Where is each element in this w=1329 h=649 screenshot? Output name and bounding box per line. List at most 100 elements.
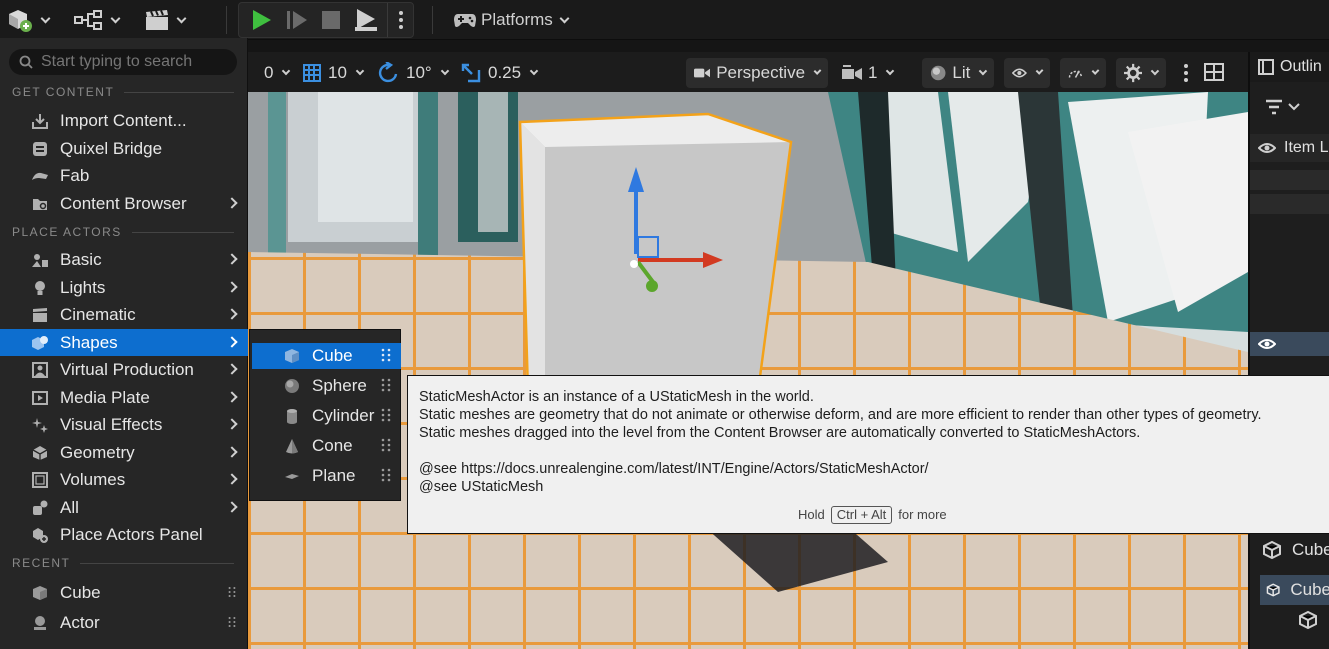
outliner-row-cube-selected[interactable]: Cube	[1260, 575, 1329, 605]
menu-item-fab[interactable]: Fab	[0, 162, 248, 189]
menu-item-recent-cube[interactable]: Cube	[0, 579, 248, 606]
view-mode-dropdown[interactable]: Perspective	[686, 58, 828, 88]
platforms-button[interactable]: Platforms	[453, 5, 570, 35]
scale-snap-dropdown[interactable]: 0.25	[460, 60, 539, 86]
cinematics-button[interactable]	[144, 5, 187, 35]
menu-item-basic[interactable]: Basic	[0, 246, 248, 273]
outliner-row-child[interactable]	[1298, 610, 1318, 635]
rotation-snap-dropdown[interactable]: 10°	[378, 60, 449, 86]
menu-item-place-actors-panel[interactable]: Place Actors Panel	[0, 521, 248, 548]
menu-item-lights[interactable]: Lights	[0, 274, 248, 301]
hint-key: Ctrl + Alt	[830, 506, 893, 524]
chevron-right-icon	[226, 197, 238, 209]
menu-item-label: All	[60, 497, 79, 517]
static-mesh-icon	[1299, 610, 1317, 630]
bridge-icon	[31, 141, 49, 157]
eject-button[interactable]	[353, 7, 379, 38]
static-mesh-icon	[1266, 583, 1280, 597]
drag-handle-icon[interactable]	[381, 347, 391, 363]
menu-item-cinematic[interactable]: Cinematic	[0, 301, 248, 328]
hint-more: for more	[898, 507, 947, 522]
submenu-item-sphere[interactable]: Sphere	[252, 373, 401, 399]
drag-handle-icon[interactable]	[381, 407, 391, 423]
hint-hold: Hold	[798, 507, 825, 522]
outliner-row[interactable]	[1250, 170, 1329, 190]
filter-button[interactable]	[1264, 98, 1304, 121]
tooltip-line: @see UStaticMesh	[419, 479, 544, 495]
grid-snap-value: 0	[264, 63, 274, 82]
menu-item-label: Quixel Bridge	[60, 138, 163, 158]
play-options-button[interactable]	[387, 3, 413, 37]
menu-item-import-content[interactable]: Import Content...	[0, 107, 248, 134]
virtual-production-icon	[31, 361, 49, 378]
camera-speed-dropdown[interactable]: 1	[842, 60, 895, 86]
layout-grid-icon	[1204, 63, 1224, 81]
gamepad-icon	[454, 14, 476, 27]
menu-item-visual-effects[interactable]: Visual Effects	[0, 411, 248, 438]
menu-item-recent-actor[interactable]: Actor	[0, 609, 248, 636]
chevron-right-icon	[226, 308, 238, 320]
grid-snap-dropdown[interactable]: 0	[264, 60, 291, 86]
chevron-right-icon	[226, 391, 238, 403]
outliner-row[interactable]	[1250, 194, 1329, 214]
chevron-right-icon	[226, 336, 238, 348]
menu-item-volumes[interactable]: Volumes	[0, 466, 248, 493]
shapes-icon	[31, 335, 49, 351]
menu-item-virtual-production[interactable]: Virtual Production	[0, 356, 248, 383]
menu-item-quixel-bridge[interactable]: Quixel Bridge	[0, 135, 248, 162]
menu-item-label: Basic	[60, 249, 102, 269]
outliner-panel: Outlin Item L Cube Cube	[1248, 52, 1329, 649]
menu-item-label: Lights	[60, 277, 106, 297]
section-label: RECENT	[12, 556, 71, 570]
play-button[interactable]	[249, 8, 273, 37]
menu-item-geometry[interactable]: Geometry	[0, 439, 248, 466]
place-actors-icon	[31, 527, 49, 543]
search-input[interactable]	[41, 53, 226, 71]
add-actor-button[interactable]	[6, 5, 51, 35]
chevron-right-icon	[226, 418, 238, 430]
performance-dropdown[interactable]	[1060, 58, 1106, 88]
viewport-settings-dropdown[interactable]	[1116, 58, 1166, 88]
menu-item-label: Cinematic	[60, 304, 136, 324]
outliner-row-cube[interactable]: Cube	[1262, 540, 1329, 560]
submenu-item-cylinder[interactable]: Cylinder	[252, 403, 401, 429]
submenu-item-plane[interactable]: Plane	[252, 463, 401, 489]
eye-icon	[1258, 339, 1276, 349]
play-icon	[253, 10, 271, 30]
location-snap-dropdown[interactable]: 10	[302, 60, 365, 86]
stop-button[interactable]	[321, 10, 341, 35]
drag-handle-icon[interactable]	[381, 467, 391, 483]
advance-frame-button[interactable]	[285, 8, 309, 37]
viewport-options-button[interactable]	[1176, 60, 1196, 86]
menu-search[interactable]	[9, 49, 237, 75]
rotation-icon	[378, 62, 398, 83]
menu-item-label: Import Content...	[60, 110, 187, 130]
blueprint-icon	[74, 10, 102, 30]
menu-item-label: Volumes	[60, 469, 126, 489]
menu-item-label: Media Plate	[60, 387, 150, 407]
lighting-mode-dropdown[interactable]: Lit	[922, 58, 994, 88]
drag-handle-icon[interactable]	[228, 614, 236, 630]
menu-item-shapes[interactable]: Shapes	[0, 329, 248, 356]
scale-icon	[461, 63, 481, 83]
menu-item-label: Actor	[60, 612, 100, 632]
outliner-icon	[1258, 59, 1274, 75]
drag-handle-icon[interactable]	[381, 377, 391, 393]
gear-icon	[1124, 63, 1143, 83]
chevron-right-icon	[226, 363, 238, 375]
menu-item-media-plate[interactable]: Media Plate	[0, 384, 248, 411]
layout-button[interactable]	[1204, 62, 1224, 87]
drag-handle-icon[interactable]	[228, 584, 236, 600]
section-header-recent: RECENT	[12, 555, 234, 571]
show-flags-dropdown[interactable]	[1004, 58, 1050, 88]
outliner-tab[interactable]: Outlin	[1250, 52, 1329, 82]
menu-item-all[interactable]: All	[0, 494, 248, 521]
outliner-row-selected[interactable]	[1250, 332, 1329, 356]
submenu-item-cone[interactable]: Cone	[252, 433, 401, 459]
blueprint-button[interactable]	[74, 5, 121, 35]
play-controls	[238, 2, 414, 38]
drag-handle-icon[interactable]	[381, 437, 391, 453]
import-icon	[31, 113, 49, 129]
menu-item-content-browser[interactable]: Content Browser	[0, 190, 248, 217]
submenu-item-cube[interactable]: Cube	[252, 343, 401, 369]
